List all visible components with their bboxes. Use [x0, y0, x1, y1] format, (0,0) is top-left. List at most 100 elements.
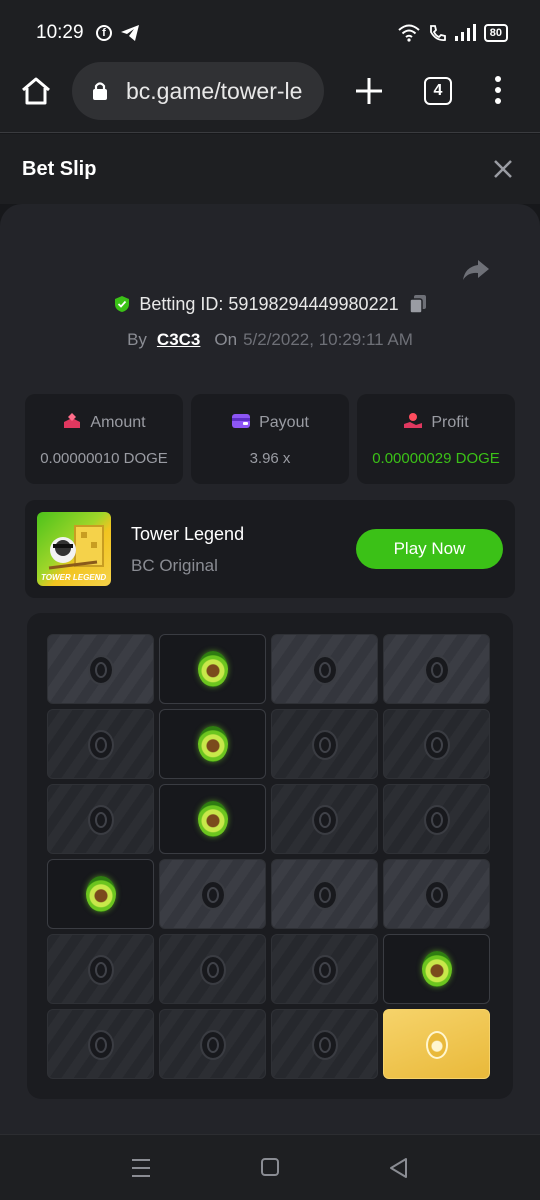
- shield-check-icon: [115, 296, 130, 312]
- nav-home-icon[interactable]: [261, 1158, 279, 1176]
- golden-egg-icon: [426, 1031, 448, 1059]
- on-label: On: [214, 330, 238, 349]
- betting-id-row: Betting ID: 59198294449980221: [0, 294, 540, 315]
- coin-icon: [424, 805, 450, 835]
- telegram-icon: [121, 25, 139, 41]
- coin-icon: [312, 655, 338, 685]
- stat-payout: Payout 3.96 x: [191, 394, 349, 484]
- game-title: Tower Legend: [131, 524, 245, 544]
- tabs-icon[interactable]: 4: [424, 77, 452, 105]
- recent-apps-icon[interactable]: [132, 1159, 150, 1183]
- signal-icon: [454, 24, 476, 41]
- by-label: By: [127, 330, 147, 349]
- coin-icon: [424, 655, 450, 685]
- tile-avocado: [159, 634, 266, 704]
- tile-hidden: [47, 634, 154, 704]
- battery-icon: 80: [483, 24, 508, 42]
- coin-icon: [312, 880, 338, 910]
- coin-icon: [312, 730, 338, 760]
- tile-golden-egg: [383, 1009, 490, 1079]
- tile-hidden: [47, 784, 154, 854]
- coin-icon: [88, 805, 114, 835]
- tile-hidden: [383, 859, 490, 929]
- coin-icon: [200, 1030, 226, 1060]
- username-link[interactable]: C3C3: [157, 330, 200, 349]
- facebook-icon: f: [96, 25, 112, 41]
- tile-hidden: [271, 1009, 378, 1079]
- bet-meta-row: By C3C3 On 5/2/2022, 10:29:11 AM: [0, 330, 540, 350]
- coin-icon: [88, 1030, 114, 1060]
- page-title: Bet Slip: [22, 158, 97, 180]
- coin-icon: [312, 1030, 338, 1060]
- game-thumb-text: TOWER LEGEND: [41, 573, 107, 582]
- tile-hidden: [271, 709, 378, 779]
- coin-icon: [88, 655, 114, 685]
- tile-avocado: [159, 784, 266, 854]
- wifi-icon: [398, 24, 420, 42]
- browser-toolbar: bc.game/tower-le 4: [0, 62, 540, 133]
- tile-hidden: [47, 934, 154, 1004]
- lock-icon: [93, 82, 107, 100]
- avocado-icon: [422, 951, 452, 987]
- profit-label: Profit: [431, 414, 469, 431]
- address-bar[interactable]: bc.game/tower-le: [72, 62, 324, 120]
- play-now-button[interactable]: Play Now: [356, 529, 503, 569]
- tile-avocado: [47, 859, 154, 929]
- payout-label: Payout: [259, 414, 309, 431]
- game-provider: BC Original: [131, 556, 218, 575]
- tower-board: [27, 613, 513, 1099]
- stat-amount: Amount 0.00000010 DOGE: [25, 394, 183, 484]
- status-icons: 80: [398, 22, 508, 44]
- tile-hidden: [159, 934, 266, 1004]
- bet-stats: Amount 0.00000010 DOGE Payout 3.96 x Pro…: [25, 394, 515, 484]
- bet-slip-header: Bet Slip: [0, 134, 540, 204]
- coin-icon: [312, 805, 338, 835]
- tile-hidden: [383, 634, 490, 704]
- system-nav-bar: [0, 1134, 540, 1200]
- tile-hidden: [271, 784, 378, 854]
- tile-hidden: [47, 709, 154, 779]
- avocado-icon: [198, 651, 228, 687]
- tile-avocado: [159, 709, 266, 779]
- bet-detail-panel: Betting ID: 59198294449980221 By C3C3 On 5/…: [0, 204, 540, 1134]
- more-vert-icon[interactable]: [490, 76, 506, 106]
- game-card: TOWER LEGEND Tower Legend BC Original Pl…: [25, 500, 515, 598]
- amount-icon: [64, 413, 81, 428]
- coin-icon: [200, 955, 226, 985]
- tile-grid: [47, 634, 490, 1079]
- coin-icon: [200, 880, 226, 910]
- tile-hidden: [271, 934, 378, 1004]
- amount-value: 0.00000010 DOGE: [40, 450, 168, 467]
- betting-id: Betting ID: 59198294449980221: [139, 294, 399, 314]
- profit-icon: [404, 413, 423, 428]
- avocado-icon: [86, 876, 116, 912]
- tile-hidden: [159, 859, 266, 929]
- coin-icon: [88, 730, 114, 760]
- tile-hidden: [383, 709, 490, 779]
- home-icon[interactable]: [20, 75, 52, 107]
- url-text: bc.game/tower-le: [126, 78, 303, 104]
- coin-icon: [312, 955, 338, 985]
- status-time: 10:29: [36, 22, 84, 43]
- payout-icon: [232, 414, 251, 428]
- amount-label: Amount: [90, 414, 146, 431]
- bet-date: 5/2/2022, 10:29:11 AM: [243, 330, 413, 349]
- copy-icon[interactable]: [408, 294, 427, 314]
- status-bar: 10:29 f 80: [0, 0, 540, 62]
- tile-hidden: [383, 784, 490, 854]
- tile-hidden: [47, 1009, 154, 1079]
- back-icon[interactable]: [388, 1157, 408, 1179]
- avocado-icon: [198, 726, 228, 762]
- share-icon[interactable]: [462, 258, 490, 282]
- close-icon[interactable]: [492, 158, 514, 180]
- tile-avocado: [383, 934, 490, 1004]
- plus-icon[interactable]: [352, 74, 386, 108]
- tile-hidden: [271, 634, 378, 704]
- avocado-icon: [198, 801, 228, 837]
- game-thumbnail[interactable]: TOWER LEGEND: [37, 512, 111, 586]
- call-icon: [429, 25, 446, 41]
- profit-value: 0.00000029 DOGE: [372, 450, 500, 467]
- tile-hidden: [159, 1009, 266, 1079]
- coin-icon: [88, 955, 114, 985]
- payout-value: 3.96 x: [249, 450, 291, 467]
